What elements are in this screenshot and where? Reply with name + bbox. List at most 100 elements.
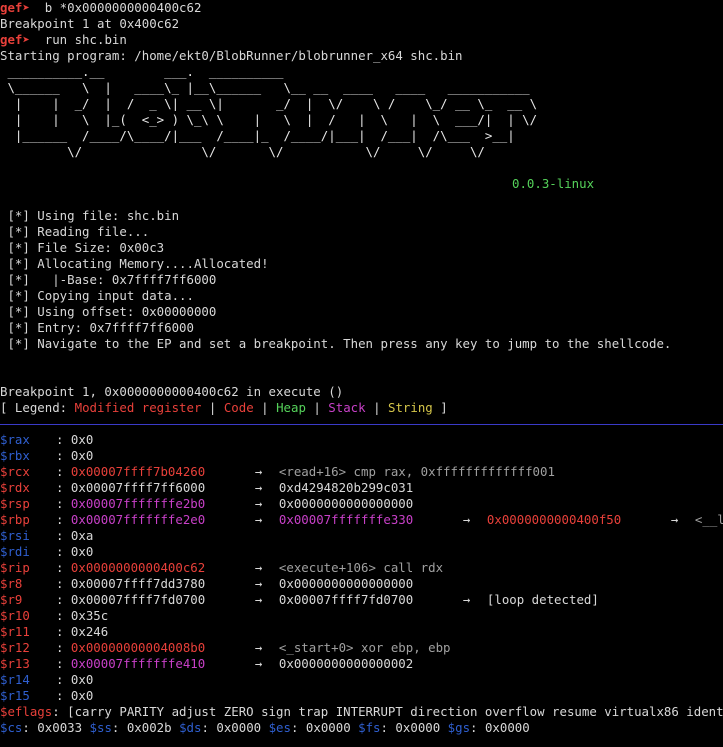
register-deref: 0x00007ffff7fd0700 bbox=[278, 592, 414, 607]
register-row: $r14: 0x0 bbox=[0, 672, 94, 687]
eflags-name: $eflags bbox=[0, 704, 53, 719]
register-name: $r8 bbox=[0, 576, 23, 591]
deref-arrow: → bbox=[254, 640, 263, 655]
log-line: [*] Allocating Memory....Allocated! bbox=[0, 256, 269, 271]
register-name: $rdi bbox=[0, 544, 30, 559]
register-row: $rip: 0x0000000000400c62 → <execute+106> c… bbox=[0, 560, 444, 575]
gef-prompt: gef➤ bbox=[0, 32, 30, 47]
segment-name: $gs bbox=[447, 720, 471, 735]
segment-registers-row: $cs: 0x0033 $ss: 0x002b $ds: 0x0000 $es:… bbox=[0, 720, 530, 736]
deref-arrow: → bbox=[254, 592, 263, 607]
register-name: $rsi bbox=[0, 528, 30, 543]
register-row: $rsp: 0x00007fffffffe2b0 → 0x0000000000000… bbox=[0, 496, 414, 511]
register-deref: 0x0000000000000000 bbox=[278, 576, 414, 591]
register-deref: 0x0000000000000000 bbox=[278, 496, 414, 511]
register-name: $r14 bbox=[0, 672, 30, 687]
legend-separator: | bbox=[201, 400, 224, 415]
deref-arrow: → bbox=[254, 512, 263, 527]
terminal-window[interactable]: gef➤ b *0x0000000000400c62 Breakpoint 1 … bbox=[0, 0, 723, 747]
register-value: 0x0 bbox=[70, 432, 94, 447]
version-label: 0.0.3-linux bbox=[512, 176, 595, 191]
blobrunner-ascii-banner: __________.__ ___. __________ \______ \ … bbox=[7, 64, 538, 159]
breakpoint-hit-message: Breakpoint 1, 0x0000000000400c62 in exec… bbox=[0, 384, 344, 399]
register-value: 0x00007fffffffe2e0 bbox=[70, 512, 206, 527]
register-name: $r12 bbox=[0, 640, 30, 655]
log-line: [*] File Size: 0x00c3 bbox=[0, 240, 165, 255]
register-row: $r8: 0x00007ffff7dd3780 → 0x00000000000000… bbox=[0, 576, 414, 591]
log-line: [*] Navigate to the EP and set a breakpo… bbox=[0, 336, 672, 351]
command-text: b *0x0000000000400c62 bbox=[29, 0, 202, 15]
register-value: 0x35c bbox=[70, 608, 109, 623]
legend-separator: | bbox=[305, 400, 329, 415]
log-line: [*] |-Base: 0x7ffff7ff6000 bbox=[0, 272, 217, 287]
register-deref: <_start+0> xor ebp, ebp bbox=[278, 640, 451, 655]
register-name: $rbx bbox=[0, 448, 30, 463]
register-value: 0x00007fffffffe2b0 bbox=[70, 496, 206, 511]
deref-arrow: → bbox=[254, 480, 263, 495]
deref-arrow: → bbox=[462, 592, 471, 607]
register-name: $rcx bbox=[0, 464, 30, 479]
starting-program-message: Starting program: /home/ekt0/BlobRunner/… bbox=[0, 48, 463, 63]
legend-heap: Heap bbox=[276, 400, 306, 415]
legend-close: ] bbox=[432, 400, 448, 415]
register-value: 0x0 bbox=[70, 448, 94, 463]
register-deref: <read+16> cmp rax, 0xfffffffffffff001 bbox=[278, 464, 555, 479]
register-row: $rbp: 0x00007fffffffe2e0 → 0x00007fffffffe… bbox=[0, 512, 723, 528]
register-row: $r10: 0x35c bbox=[0, 608, 109, 623]
register-value: 0x00007ffff7fd0700 bbox=[70, 592, 206, 607]
register-deref: <__libc_csu_init+0> push r15 bbox=[694, 512, 723, 527]
eflags-value: : [carry PARITY adjust ZERO sign trap IN… bbox=[52, 704, 723, 719]
segment-value: : 0x0033 bbox=[22, 720, 90, 735]
deref-arrow: → bbox=[462, 512, 471, 527]
register-deref: 0x0000000000400f50 bbox=[486, 512, 622, 527]
register-value: 0x0 bbox=[70, 544, 94, 559]
register-name: $r11 bbox=[0, 624, 30, 639]
register-value: 0x0 bbox=[70, 672, 94, 687]
register-row: $r13: 0x00007fffffffe410 → 0x0000000000000… bbox=[0, 656, 414, 671]
segment-value: : 0x0000 bbox=[290, 720, 359, 735]
register-value: 0x00000000004008b0 bbox=[70, 640, 206, 655]
register-name: $rsp bbox=[0, 496, 30, 511]
deref-arrow: → bbox=[670, 512, 679, 527]
log-line: [*] Entry: 0x7ffff7ff6000 bbox=[0, 320, 194, 335]
segment-name: $fs bbox=[358, 720, 381, 735]
register-name: $rdx bbox=[0, 480, 30, 495]
register-value: 0x0 bbox=[70, 688, 94, 703]
register-row: $rdi: 0x0 bbox=[0, 544, 94, 559]
segment-name: $es bbox=[268, 720, 291, 735]
log-line: [*] Using offset: 0x00000000 bbox=[0, 304, 217, 319]
register-row: $r15: 0x0 bbox=[0, 688, 94, 703]
segment-value: : 0x0000 bbox=[201, 720, 269, 735]
legend-open: [ Legend: bbox=[0, 400, 75, 415]
register-row: $r11: 0x246 bbox=[0, 624, 109, 639]
register-value: 0xa bbox=[70, 528, 94, 543]
segment-value: : 0x0000 bbox=[470, 720, 530, 735]
legend-stack: Stack bbox=[328, 400, 366, 415]
register-deref: 0x00007fffffffe330 bbox=[278, 512, 414, 527]
register-row: $rcx: 0x00007ffff7b04260 → <read+16> cmp r… bbox=[0, 464, 555, 479]
register-value: 0x00007ffff7ff6000 bbox=[70, 480, 206, 495]
register-row: $rsi: 0xa bbox=[0, 528, 94, 543]
deref-arrow: → bbox=[254, 560, 263, 575]
register-deref: 0x0000000000000002 bbox=[278, 656, 414, 671]
legend-string: String bbox=[388, 400, 433, 415]
register-name: $rax bbox=[0, 432, 30, 447]
loop-detected-text: [loop detected] bbox=[486, 592, 599, 607]
registers-separator bbox=[0, 424, 723, 425]
gef-prompt: gef➤ bbox=[0, 0, 30, 15]
legend-separator: | bbox=[253, 400, 277, 415]
register-row: $r12: 0x00000000004008b0 → <_start+0> xor … bbox=[0, 640, 451, 655]
legend-separator: | bbox=[365, 400, 388, 415]
deref-arrow: → bbox=[254, 496, 263, 511]
breakpoint-set-message: Breakpoint 1 at 0x400c62 bbox=[0, 16, 180, 31]
register-name: $r13 bbox=[0, 656, 30, 671]
log-line: [*] Using file: shc.bin bbox=[0, 208, 180, 223]
deref-arrow: → bbox=[254, 576, 263, 591]
eflags-row: $eflags: [carry PARITY adjust ZERO sign … bbox=[0, 704, 723, 720]
register-value: 0x00007fffffffe410 bbox=[70, 656, 206, 671]
segment-value: : 0x002b bbox=[111, 720, 180, 735]
register-name: $r9 bbox=[0, 592, 23, 607]
register-row: $rbx: 0x0 bbox=[0, 448, 94, 463]
legend: [ Legend: Modified register | Code | Hea… bbox=[0, 400, 448, 416]
register-name: $rbp bbox=[0, 512, 30, 527]
